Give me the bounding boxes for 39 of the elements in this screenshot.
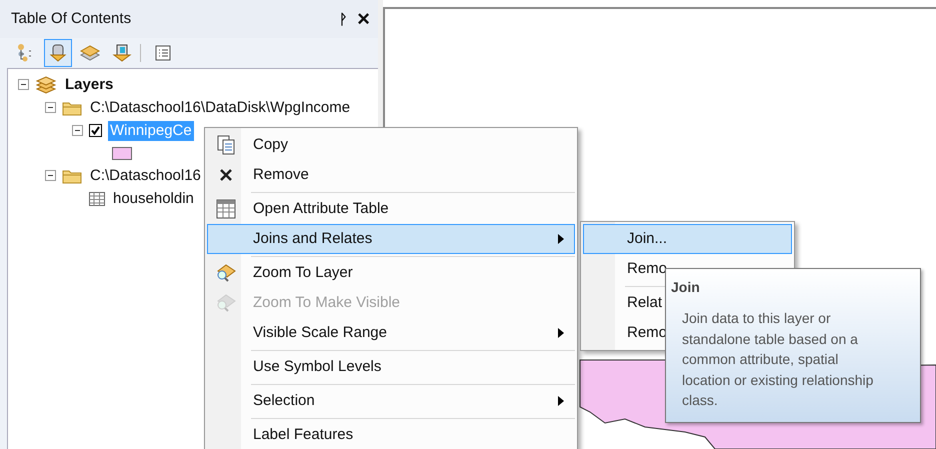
table-icon xyxy=(216,199,236,219)
tree-item[interactable]: C:\Dataschool16 xyxy=(88,166,203,186)
menu-item[interactable]: Use Symbol Levels xyxy=(207,352,575,382)
zoom-layer-icon xyxy=(215,293,237,313)
collapse-icon[interactable] xyxy=(45,170,56,181)
tree-item[interactable]: householdin xyxy=(111,188,196,208)
menu-item[interactable]: Join... xyxy=(583,224,792,254)
collapse-icon[interactable] xyxy=(72,125,83,136)
menu-item[interactable]: Zoom To Layer xyxy=(207,258,575,288)
tooltip-text: Join data to this layer or standalone table based on a common attribute, spatial location or existing relationship class. xyxy=(682,309,874,410)
close-button[interactable]: × xyxy=(357,8,370,30)
symbol-swatch[interactable] xyxy=(112,146,132,160)
folder-icon xyxy=(62,168,82,184)
menu-item[interactable]: Remove xyxy=(207,160,575,190)
menu-item[interactable]: Selection xyxy=(207,386,575,416)
database-icon xyxy=(48,43,68,63)
collapse-icon[interactable] xyxy=(18,79,29,90)
tree-item[interactable]: C:\Dataschool16\DataDisk\WpgIncome xyxy=(88,98,352,118)
menu-item[interactable]: Visible Scale Range xyxy=(207,318,575,348)
collapse-icon[interactable] xyxy=(45,102,56,113)
menu-item[interactable]: Copy xyxy=(207,130,575,160)
menu-item[interactable]: Label Features xyxy=(207,420,575,449)
panel-title: Table Of Contents xyxy=(11,8,132,29)
list-options-icon xyxy=(154,44,172,62)
layer-select-icon xyxy=(112,43,132,63)
table-icon xyxy=(89,192,105,206)
menu-item[interactable]: Open Attribute Table xyxy=(207,194,575,224)
toolbar-button[interactable] xyxy=(44,39,72,67)
menu-item[interactable]: Joins and Relates xyxy=(207,224,575,254)
layers-icon xyxy=(79,43,101,63)
close-icon xyxy=(219,168,233,182)
zoom-layer-icon xyxy=(215,263,237,283)
copy-icon xyxy=(217,135,235,155)
layer-checkbox[interactable] xyxy=(89,124,102,137)
pin-button[interactable]: ᚹ xyxy=(339,12,348,26)
tooltip-title: Join xyxy=(671,278,701,297)
folder-icon xyxy=(62,100,82,116)
layers-icon xyxy=(35,76,57,94)
data-frame-label[interactable]: Layers xyxy=(63,74,116,94)
